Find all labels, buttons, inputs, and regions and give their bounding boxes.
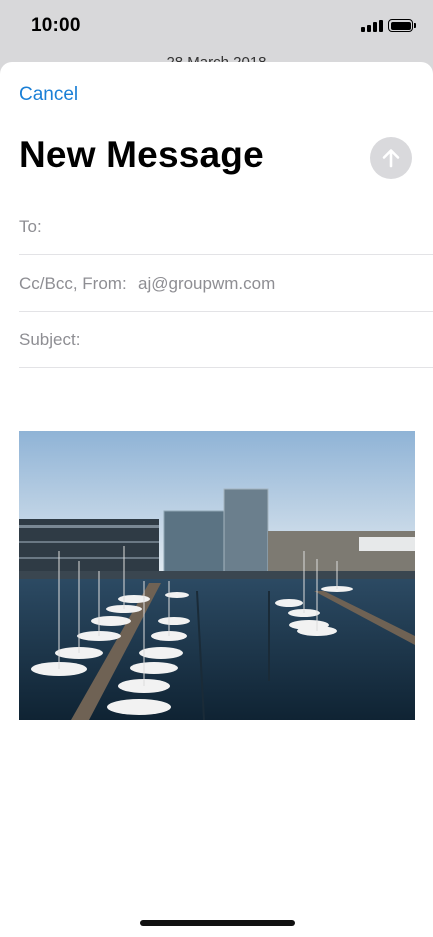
to-field[interactable]: To: (19, 199, 433, 255)
phone-screen: 10:00 28 March 2018 Cancel New Message T… (0, 0, 433, 937)
subject-input[interactable] (89, 324, 419, 356)
home-indicator[interactable] (140, 920, 295, 926)
to-input[interactable] (53, 211, 423, 243)
status-bar: 10:00 (0, 0, 433, 52)
message-body[interactable] (0, 368, 433, 848)
subject-field[interactable]: Subject: (19, 312, 433, 368)
to-label: To: (19, 217, 42, 236)
cancel-button[interactable]: Cancel (19, 84, 78, 106)
image-attachment[interactable] (19, 431, 415, 720)
page-title: New Message (19, 134, 264, 175)
subject-label: Subject: (19, 330, 81, 349)
arrow-up-icon (382, 149, 400, 168)
cc-bcc-from-field[interactable]: Cc/Bcc, From: aj@groupwm.com (19, 256, 433, 312)
battery-icon (388, 19, 416, 32)
compose-sheet: Cancel New Message To: Cc/Bcc, From: aj@… (0, 62, 433, 937)
cellular-signal-icon (361, 20, 383, 32)
cc-bcc-from-label: Cc/Bcc, From: (19, 274, 127, 293)
clock: 10:00 (31, 15, 81, 36)
from-address[interactable]: aj@groupwm.com (138, 274, 275, 294)
harbor-photo (19, 431, 415, 720)
send-button[interactable] (370, 137, 412, 179)
